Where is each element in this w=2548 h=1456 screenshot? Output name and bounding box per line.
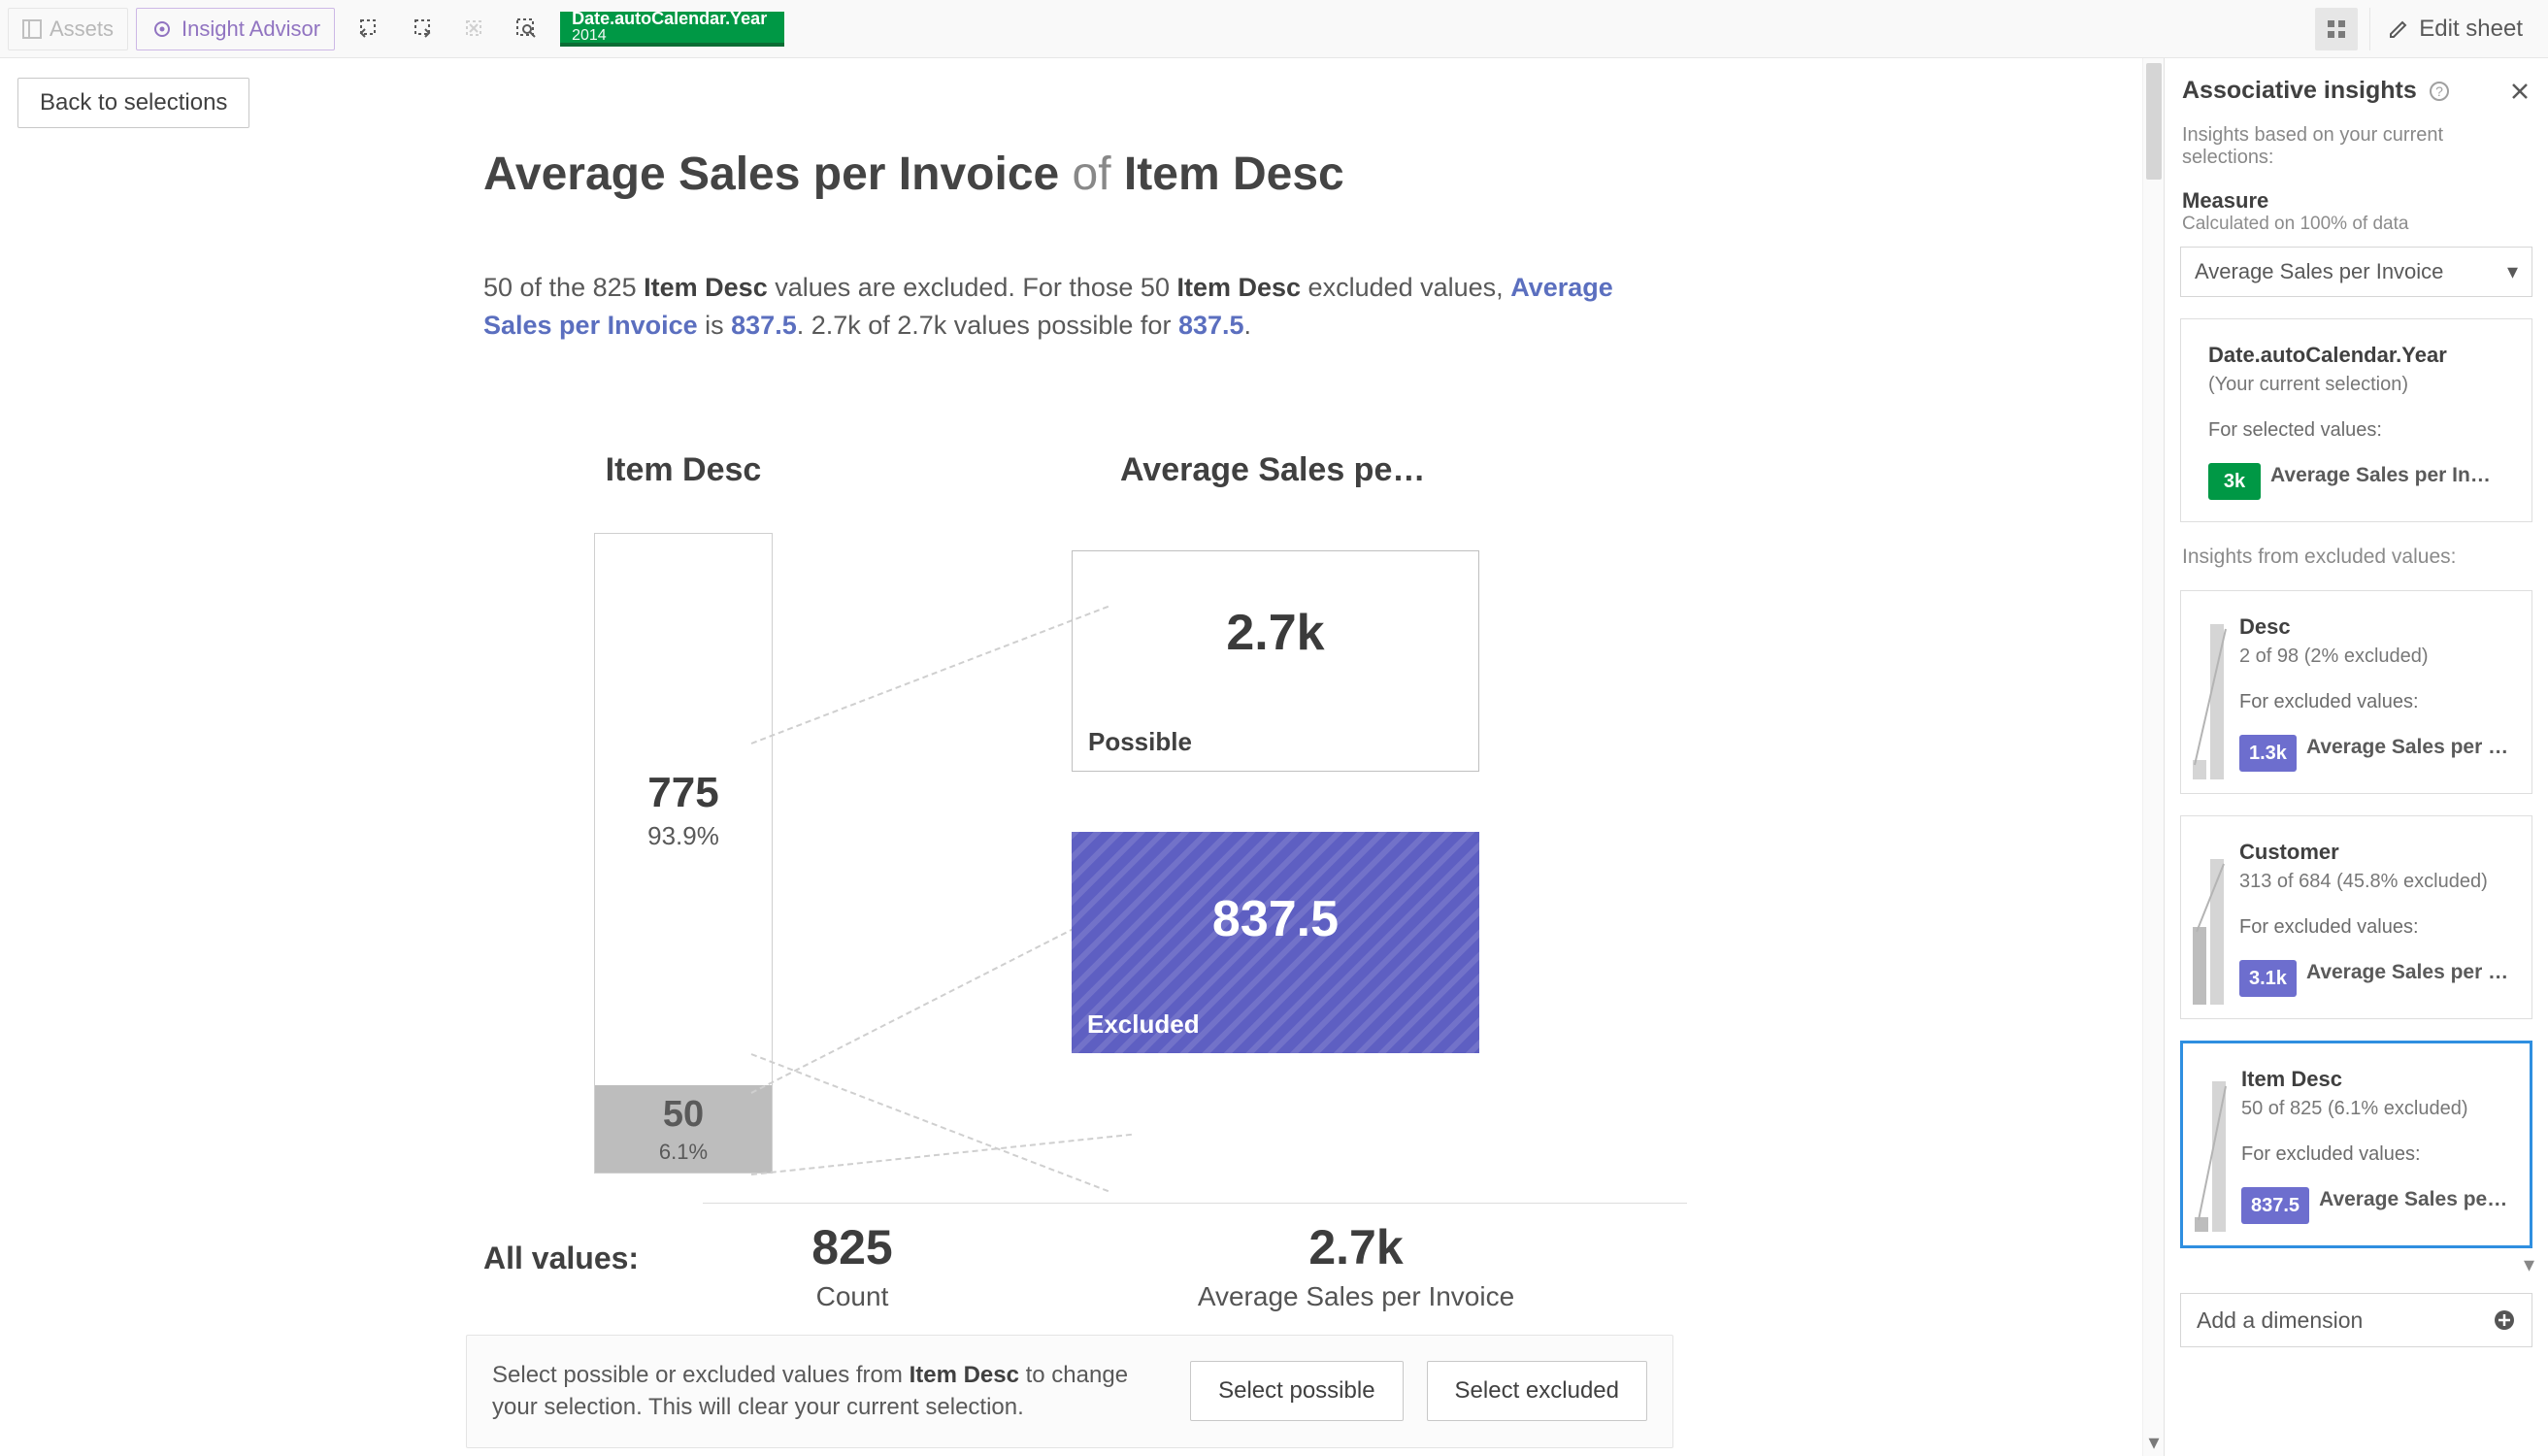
edit-sheet-button[interactable]: Edit sheet: [2369, 8, 2540, 50]
metric-name: Average Sales per …: [2306, 736, 2512, 759]
card-subtitle: 2 of 98 (2% excluded): [2239, 645, 2512, 668]
panel-subtitle: Insights based on your current selection…: [2165, 124, 2548, 169]
clear-all-icon: [453, 8, 496, 50]
add-dimension-label: Add a dimension: [2197, 1307, 2363, 1334]
insight-advisor-label: Insight Advisor: [182, 17, 320, 42]
insight-advisor-button[interactable]: Insight Advisor: [136, 8, 335, 50]
associative-insights-panel: Associative insights ? Insights based on…: [2164, 58, 2548, 1456]
main-area: Back to selections Average Sales per Inv…: [0, 58, 2142, 1456]
panel-scroll-down-icon[interactable]: ▾: [2165, 1248, 2548, 1277]
chevron-down-icon: ▾: [2507, 259, 2518, 284]
card-subtitle: 50 of 825 (6.1% excluded): [2241, 1098, 2510, 1120]
selection-chip-value: 2014: [572, 28, 767, 44]
plus-icon: [2493, 1308, 2516, 1332]
insight-card-desc[interactable]: Desc 2 of 98 (2% excluded) For excluded …: [2180, 590, 2532, 794]
pencil-icon: [2388, 18, 2409, 40]
select-excluded-button[interactable]: Select excluded: [1427, 1361, 1647, 1421]
panel-icon: [22, 19, 42, 39]
card-title: Item Desc: [2241, 1067, 2510, 1092]
panel-title: Associative insights: [2182, 77, 2417, 105]
selection-tools: [348, 8, 548, 50]
sparkline-icon: [2187, 614, 2230, 779]
assets-label: Assets: [50, 17, 114, 42]
possible-pct: 93.9%: [647, 821, 719, 851]
excluded-pct: 6.1%: [659, 1140, 708, 1165]
add-dimension-button[interactable]: Add a dimension: [2180, 1293, 2532, 1347]
possible-count: 775: [647, 769, 718, 817]
all-values-label: All values:: [483, 1241, 703, 1276]
excluded-value: 837.5: [1087, 890, 1464, 948]
excluded-value-box[interactable]: 837.5 Excluded: [1072, 832, 1479, 1053]
possible-value: 2.7k: [1088, 604, 1463, 662]
excluded-count: 50: [663, 1094, 704, 1136]
smart-search-icon[interactable]: [506, 8, 548, 50]
title-of: of: [1073, 149, 1111, 200]
card-title: Customer: [2239, 840, 2512, 865]
all-count-label: Count: [736, 1281, 969, 1312]
metric-badge: 837.5: [2241, 1187, 2309, 1224]
sparkline-icon: [2189, 1067, 2232, 1232]
measure-select-value: Average Sales per Invoice: [2195, 259, 2443, 284]
all-avg-label: Average Sales per Invoice: [1147, 1281, 1565, 1312]
measure-section-label: Measure Calculated on 100% of data: [2165, 169, 2548, 237]
card-for-label: For selected values:: [2208, 419, 2512, 442]
possible-label: Possible: [1088, 727, 1463, 757]
edit-sheet-label: Edit sheet: [2419, 16, 2523, 43]
action-bar-text: Select possible or excluded values from …: [492, 1359, 1167, 1424]
step-fwd-icon[interactable]: [401, 8, 444, 50]
card-for-label: For excluded values:: [2239, 916, 2512, 939]
selection-chip-field: Date.autoCalendar.Year: [572, 10, 767, 28]
excluded-label: Excluded: [1087, 1009, 1464, 1040]
possible-segment[interactable]: 775 93.9%: [595, 534, 772, 1085]
metric-badge: 3k: [2208, 463, 2261, 500]
value-link-2[interactable]: 837.5: [1178, 311, 1244, 340]
insight-card-customer[interactable]: Customer 313 of 684 (45.8% excluded) For…: [2180, 815, 2532, 1019]
possible-value-box[interactable]: 2.7k Possible: [1072, 550, 1479, 772]
selection-action-bar: Select possible or excluded values from …: [466, 1335, 1673, 1448]
metric-badge: 1.3k: [2239, 735, 2297, 772]
insight-card-item-desc[interactable]: Item Desc 50 of 825 (6.1% excluded) For …: [2180, 1041, 2532, 1248]
title-measure: Average Sales per Invoice: [483, 149, 1059, 200]
excluded-segment[interactable]: 50 6.1%: [595, 1085, 772, 1173]
step-back-icon[interactable]: [348, 8, 391, 50]
measure-select[interactable]: Average Sales per Invoice ▾: [2180, 247, 2532, 297]
all-avg: 2.7k: [1147, 1219, 1565, 1275]
insight-chart: Item Desc 775 93.9% 50 6.1% Aver: [483, 451, 1687, 1174]
value-link-1[interactable]: 837.5: [731, 311, 797, 340]
card-for-label: For excluded values:: [2239, 691, 2512, 713]
dimension-bar: 775 93.9% 50 6.1%: [594, 533, 773, 1174]
all-count: 825: [736, 1219, 969, 1275]
insight-description: 50 of the 825 Item Desc values are exclu…: [483, 269, 1638, 345]
excluded-section-label: Insights from excluded values:: [2165, 522, 2548, 569]
close-icon[interactable]: [2509, 81, 2531, 102]
back-to-selections-button[interactable]: Back to selections: [17, 78, 249, 128]
metric-name: Average Sales per In…: [2270, 464, 2512, 487]
scroll-down-icon[interactable]: ▾: [2143, 1432, 2165, 1453]
main-scrollbar[interactable]: ▾: [2142, 58, 2164, 1456]
metric-name: Average Sales per …: [2306, 961, 2512, 984]
page-title: Average Sales per Invoice of Item Desc: [483, 148, 1687, 201]
metric-badge: 3.1k: [2239, 960, 2297, 997]
sparkline-icon: [2187, 840, 2230, 1005]
assets-button[interactable]: Assets: [8, 8, 128, 50]
card-subtitle: (Your current selection): [2208, 374, 2512, 396]
metric-name: Average Sales pe…: [2319, 1188, 2510, 1211]
title-dim: Item Desc: [1124, 149, 1344, 200]
card-for-label: For excluded values:: [2241, 1143, 2510, 1166]
card-title: Desc: [2239, 614, 2512, 640]
card-subtitle: 313 of 684 (45.8% excluded): [2239, 871, 2512, 893]
help-icon[interactable]: ?: [2429, 81, 2450, 102]
chart-left-header: Item Desc: [528, 451, 839, 494]
svg-text:?: ?: [2435, 83, 2443, 99]
select-possible-button[interactable]: Select possible: [1190, 1361, 1403, 1421]
card-title: Date.autoCalendar.Year: [2208, 343, 2512, 368]
insight-icon: [150, 17, 174, 41]
selection-chip[interactable]: Date.autoCalendar.Year 2014: [560, 12, 784, 47]
chart-right-header: Average Sales per I…: [1120, 451, 1431, 494]
current-selection-card[interactable]: Date.autoCalendar.Year (Your current sel…: [2180, 318, 2532, 522]
selections-tool-icon[interactable]: [2315, 8, 2358, 50]
top-toolbar: Assets Insight Advisor Date.autoCalendar…: [0, 0, 2548, 58]
scroll-thumb[interactable]: [2146, 63, 2162, 180]
